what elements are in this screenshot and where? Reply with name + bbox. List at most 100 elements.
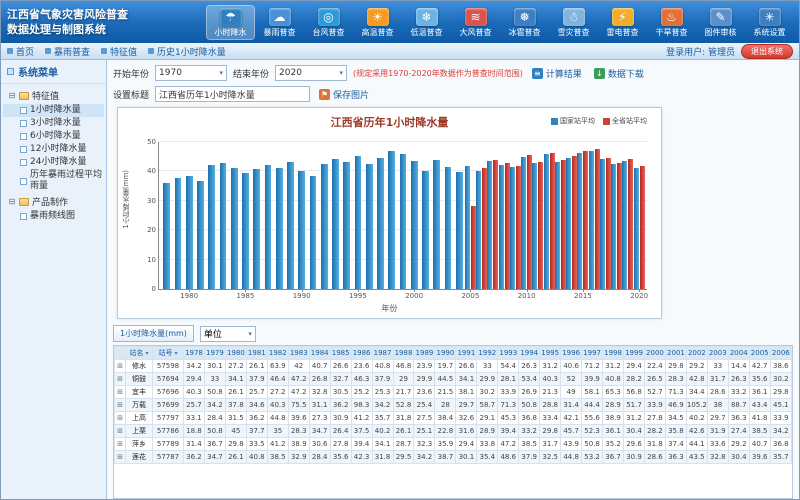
- expand-row-icon[interactable]: [115, 373, 126, 386]
- bar-group[interactable]: [262, 142, 273, 289]
- bar-group[interactable]: [319, 142, 330, 289]
- checkbox-icon[interactable]: [20, 120, 27, 127]
- bar-group[interactable]: [600, 142, 611, 289]
- bar-national-avg[interactable]: [400, 154, 407, 289]
- year-column-header[interactable]: 2002: [686, 347, 707, 360]
- end-year-select[interactable]: 2020 ▾: [275, 65, 347, 81]
- table-row[interactable]: 宜丰5769640.350.826.125.727.247.232.830.52…: [115, 386, 792, 399]
- bar-national-avg[interactable]: [208, 165, 215, 289]
- bar-group[interactable]: 1980: [184, 142, 195, 289]
- tree-item[interactable]: 6小时降水量: [3, 130, 104, 143]
- bar-national-avg[interactable]: [577, 153, 582, 289]
- year-column-header[interactable]: 1996: [561, 347, 582, 360]
- bar-group[interactable]: 2000: [409, 142, 420, 289]
- bar-group[interactable]: [454, 142, 465, 289]
- bar-national-avg[interactable]: [388, 151, 395, 289]
- year-column-header[interactable]: 1983: [288, 347, 309, 360]
- tree-item[interactable]: 历年暴雨过程平均雨量: [3, 169, 104, 193]
- bar-national-avg[interactable]: [499, 165, 504, 289]
- year-column-header[interactable]: 2000: [644, 347, 665, 360]
- bar-group[interactable]: [589, 142, 600, 289]
- bar-group[interactable]: [341, 142, 352, 289]
- table-row[interactable]: 萍乡5778931.436.729.833.541.238.930.627.83…: [115, 438, 792, 451]
- toolbar-item-snow[interactable]: ☃雪灾普查: [550, 6, 597, 39]
- bar-group[interactable]: [431, 142, 442, 289]
- year-column-header[interactable]: 1991: [456, 347, 477, 360]
- bar-group[interactable]: [206, 142, 217, 289]
- bar-national-avg[interactable]: [175, 178, 182, 289]
- bar-group[interactable]: [375, 142, 386, 289]
- table-row[interactable]: 上栗5778618.850.84537.73528.334.726.437.54…: [115, 425, 792, 438]
- start-year-select[interactable]: 1970 ▾: [155, 65, 227, 81]
- bar-group[interactable]: [397, 142, 408, 289]
- expand-row-icon[interactable]: [115, 425, 126, 438]
- breadcrumb-item-3[interactable]: 历史1小时降水量: [148, 45, 226, 58]
- chart-title-input[interactable]: [155, 86, 310, 102]
- station-name-header[interactable]: 站名: [126, 347, 153, 360]
- checkbox-icon[interactable]: [20, 213, 27, 220]
- tree-item[interactable]: 24小时降水量: [3, 156, 104, 169]
- expand-row-icon[interactable]: [115, 386, 126, 399]
- bar-national-avg[interactable]: [600, 159, 605, 289]
- bar-group[interactable]: [566, 142, 577, 289]
- toolbar-item-hourly-rain[interactable]: ☂小时降水: [207, 6, 254, 39]
- bar-national-avg[interactable]: [411, 161, 418, 289]
- bar-group[interactable]: [274, 142, 285, 289]
- bar-group[interactable]: [442, 142, 453, 289]
- bar-national-avg[interactable]: [566, 158, 571, 289]
- bar-group[interactable]: [330, 142, 341, 289]
- checkbox-icon[interactable]: [20, 146, 27, 153]
- bar-national-avg[interactable]: [445, 167, 452, 289]
- toolbar-item-wind[interactable]: ≋大风普查: [452, 6, 499, 39]
- bar-group[interactable]: 2005: [465, 142, 476, 289]
- year-column-header[interactable]: 1989: [414, 347, 435, 360]
- bar-group[interactable]: [195, 142, 206, 289]
- table-row[interactable]: 修水5759834.230.127.226.163.94240.726.623.…: [115, 360, 792, 373]
- year-column-header[interactable]: 2001: [665, 347, 686, 360]
- bar-national-avg[interactable]: [622, 161, 627, 289]
- bar-group[interactable]: 2020: [634, 142, 645, 289]
- year-column-header[interactable]: 1992: [477, 347, 498, 360]
- toolbar-item-drought[interactable]: ♨干旱普查: [648, 6, 695, 39]
- bar-group[interactable]: [386, 142, 397, 289]
- table-row[interactable]: 万载5769925.734.237.834.640.375.531.136.29…: [115, 399, 792, 412]
- expand-row-icon[interactable]: [115, 412, 126, 425]
- year-column-header[interactable]: 1979: [204, 347, 225, 360]
- expand-row-icon[interactable]: [115, 399, 126, 412]
- bar-national-avg[interactable]: [287, 162, 294, 289]
- bar-national-avg[interactable]: [532, 163, 537, 289]
- bar-national-avg[interactable]: [377, 158, 384, 289]
- bar-national-avg[interactable]: [265, 165, 272, 289]
- bar-group[interactable]: [420, 142, 431, 289]
- tree-item[interactable]: 1小时降水量: [3, 104, 104, 117]
- bar-group[interactable]: [172, 142, 183, 289]
- bar-group[interactable]: [611, 142, 622, 289]
- bar-national-avg[interactable]: [242, 173, 249, 289]
- year-column-header[interactable]: 1981: [246, 347, 267, 360]
- bar-group[interactable]: 2010: [521, 142, 532, 289]
- data-table-container[interactable]: 站名站号197819791980198119821983198419851986…: [113, 345, 793, 499]
- year-column-header[interactable]: 1993: [498, 347, 519, 360]
- bar-group[interactable]: [532, 142, 543, 289]
- expander-icon[interactable]: ⊟: [8, 91, 16, 100]
- expander-icon[interactable]: ⊟: [8, 197, 16, 206]
- bar-national-avg[interactable]: [253, 169, 260, 289]
- bar-national-avg[interactable]: [634, 168, 639, 289]
- tree-item[interactable]: 3小时降水量: [3, 117, 104, 130]
- tree-folder[interactable]: ⊟产品制作: [3, 193, 104, 210]
- table-row[interactable]: 上高5779733.128.431.536.244.839.627.330.94…: [115, 412, 792, 425]
- bar-province-avg[interactable]: [640, 166, 645, 289]
- breadcrumb-item-1[interactable]: 暴雨普查: [45, 45, 90, 58]
- station-id-header[interactable]: 站号: [153, 347, 184, 360]
- bar-group[interactable]: [499, 142, 510, 289]
- bar-group[interactable]: [487, 142, 498, 289]
- toolbar-item-low-temp[interactable]: ❄低温普查: [403, 6, 450, 39]
- year-column-header[interactable]: 1984: [309, 347, 330, 360]
- bar-group[interactable]: [555, 142, 566, 289]
- year-column-header[interactable]: 1980: [225, 347, 246, 360]
- year-column-header[interactable]: 1998: [603, 347, 624, 360]
- bar-national-avg[interactable]: [611, 164, 616, 289]
- breadcrumb-item-2[interactable]: 特征值: [101, 45, 137, 58]
- table-row[interactable]: 铜鼓5769429.43334.137.946.447.226.832.746.…: [115, 373, 792, 386]
- toolbar-item-settings[interactable]: ✳系统设置: [746, 6, 793, 39]
